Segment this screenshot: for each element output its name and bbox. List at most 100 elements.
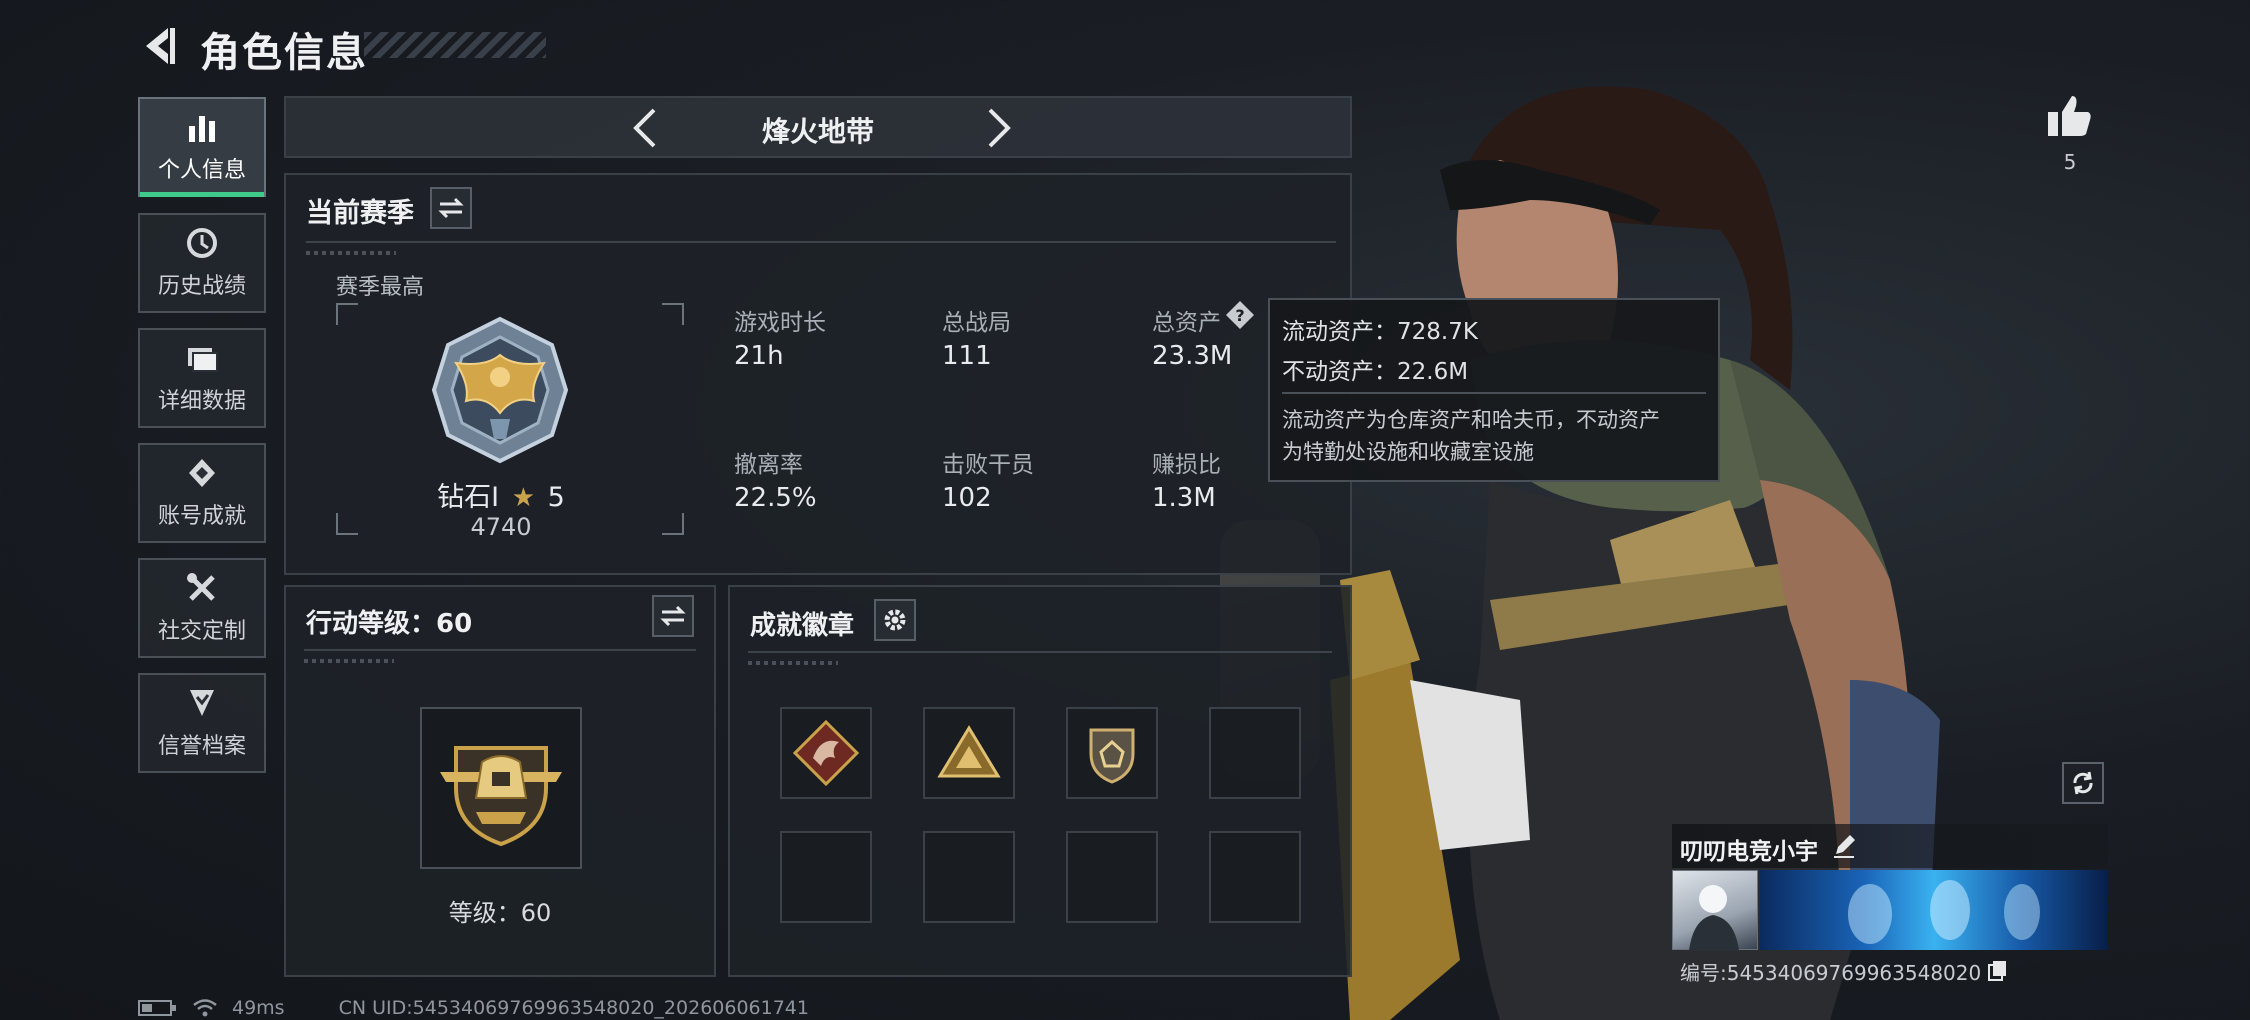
refresh-icon bbox=[2073, 771, 2093, 795]
frame-corner bbox=[662, 513, 684, 535]
divider bbox=[306, 241, 1336, 243]
rank-name: 钻石Ⅰ bbox=[437, 482, 500, 513]
level-emblem-icon bbox=[440, 746, 562, 847]
divider-dots bbox=[304, 659, 394, 663]
star-icon: ★ bbox=[511, 483, 536, 513]
sidebar-item-personal-info[interactable]: 个人信息 bbox=[138, 97, 266, 197]
player-name: 叨叨电竞小宇 bbox=[1680, 839, 1818, 865]
sidebar-item-label: 详细数据 bbox=[157, 389, 246, 414]
player-id: 编号:54534069769963548020 bbox=[1680, 960, 1982, 985]
stat-value-extract-rate: 22.5% bbox=[734, 483, 817, 513]
sidebar-item-label: 信誉档案 bbox=[157, 734, 246, 759]
action-level-title: 行动等级：60 bbox=[306, 609, 473, 639]
next-mode-button[interactable] bbox=[978, 106, 1018, 150]
swap-icon bbox=[438, 197, 464, 219]
current-season-panel: 当前赛季 赛季最高 钻石Ⅰ ★ 5 4740 游戏时长 21h 总战局 111 … bbox=[284, 173, 1352, 575]
stat-label-extract-rate: 撤离率 bbox=[734, 452, 803, 478]
badge-slot[interactable] bbox=[1209, 831, 1301, 923]
badge-slot[interactable] bbox=[1066, 707, 1158, 799]
rank-line: 钻石Ⅰ ★ 5 bbox=[366, 475, 636, 514]
stat-value-total-assets: 23.3M bbox=[1152, 341, 1233, 371]
chevron-right-icon bbox=[988, 108, 1011, 148]
rank-stars: 5 bbox=[547, 482, 565, 513]
badge-slot[interactable] bbox=[780, 831, 872, 923]
badge-slot[interactable] bbox=[923, 707, 1015, 799]
badges-panel: 成就徽章 bbox=[728, 585, 1352, 977]
stat-value-kills: 102 bbox=[942, 483, 992, 513]
divider-dots bbox=[306, 251, 396, 255]
sidebar-item-label: 个人信息 bbox=[157, 158, 246, 183]
help-icon: ? bbox=[1226, 301, 1254, 329]
triangle-badge-icon bbox=[937, 725, 1001, 778]
copy-id-button[interactable] bbox=[1985, 959, 2009, 983]
achievement-icon bbox=[189, 459, 215, 487]
title-stripes bbox=[364, 32, 546, 58]
banner-art bbox=[1848, 880, 2040, 944]
rank-points: 4740 bbox=[470, 513, 532, 541]
ping-text: 49ms bbox=[232, 997, 285, 1019]
action-level-switch-button[interactable] bbox=[652, 595, 694, 637]
tooltip-desc-line2: 为特勤处设施和收藏室设施 bbox=[1282, 440, 1534, 464]
frame-corner bbox=[662, 303, 684, 325]
svg-text:?: ? bbox=[1235, 306, 1244, 325]
divider-dots bbox=[748, 661, 838, 665]
mode-selector: 烽火地带 bbox=[284, 96, 1352, 158]
edit-name-button[interactable] bbox=[1830, 832, 1858, 860]
level-emblem-frame bbox=[420, 707, 582, 869]
action-level-panel: 行动等级：60 等级：60 bbox=[284, 585, 716, 977]
sidebar-item-detail-data[interactable]: 详细数据 bbox=[138, 328, 266, 428]
rank-emblem bbox=[426, 315, 574, 465]
sidebar-item-label: 社交定制 bbox=[157, 619, 246, 644]
sidebar-item-label: 历史战绩 bbox=[157, 274, 246, 299]
player-banner[interactable] bbox=[1760, 870, 2108, 950]
badge-slot[interactable] bbox=[923, 831, 1015, 923]
stat-value-total-matches: 111 bbox=[942, 341, 992, 371]
badge-slot[interactable] bbox=[1209, 707, 1301, 799]
badges-settings-button[interactable] bbox=[874, 599, 916, 641]
badge-slot[interactable] bbox=[780, 707, 872, 799]
assets-help-button[interactable]: ? bbox=[1224, 299, 1256, 331]
rotate-model-button[interactable] bbox=[2062, 762, 2104, 804]
player-card: 叨叨电竞小宇 bbox=[1672, 824, 2108, 951]
stat-label-total-assets: 总资产 bbox=[1152, 310, 1221, 336]
frame-corner bbox=[336, 303, 358, 325]
sidebar-item-credit-file[interactable]: 信誉档案 bbox=[138, 673, 266, 773]
season-switch-button[interactable] bbox=[430, 187, 472, 229]
like-count: 5 bbox=[2063, 150, 2077, 174]
wifi-icon bbox=[193, 999, 217, 1017]
stat-value-playtime: 21h bbox=[734, 341, 784, 371]
stat-label-kills: 击败干员 bbox=[942, 452, 1034, 478]
copy-icon bbox=[1988, 961, 2007, 981]
like-button[interactable] bbox=[2044, 92, 2096, 140]
stat-value-profit-ratio: 1.3M bbox=[1152, 483, 1216, 513]
tooltip-fixed-assets: 不动资产：22.6M bbox=[1282, 359, 1469, 385]
badge-slot[interactable] bbox=[1066, 831, 1158, 923]
shield-check-icon bbox=[190, 690, 214, 716]
back-arrow-icon bbox=[146, 28, 175, 64]
sidebar-item-label: 账号成就 bbox=[157, 504, 246, 529]
season-best-label: 赛季最高 bbox=[336, 275, 425, 300]
season-title: 当前赛季 bbox=[306, 198, 414, 229]
back-button[interactable] bbox=[138, 22, 180, 70]
pencil-icon bbox=[1834, 835, 1855, 858]
uid-text: CN UID:54534069769963548020_202606061741 bbox=[338, 997, 809, 1019]
divider bbox=[748, 651, 1332, 653]
tooltip-liquid-assets: 流动资产：728.7K bbox=[1282, 319, 1478, 345]
sidebar-item-history[interactable]: 历史战绩 bbox=[138, 213, 266, 313]
folder-icon bbox=[188, 348, 218, 372]
sidebar-item-achievements[interactable]: 账号成就 bbox=[138, 443, 266, 543]
badges-title: 成就徽章 bbox=[750, 611, 855, 641]
active-indicator bbox=[140, 192, 264, 197]
gear-icon bbox=[884, 609, 906, 631]
thumbs-up-icon bbox=[2048, 96, 2091, 136]
battery-icon bbox=[138, 1000, 176, 1016]
player-avatar[interactable] bbox=[1672, 870, 1758, 951]
stat-label-total-matches: 总战局 bbox=[942, 310, 1011, 336]
player-id-row: 编号:54534069769963548020 bbox=[1680, 956, 2009, 986]
tools-icon bbox=[187, 573, 215, 601]
divider bbox=[1282, 392, 1706, 394]
frame-corner bbox=[336, 513, 358, 535]
sidebar-item-social-custom[interactable]: 社交定制 bbox=[138, 558, 266, 658]
page-title: 角色信息 bbox=[200, 30, 368, 76]
status-bar: 49ms CN UID:54534069769963548020_2026060… bbox=[138, 996, 809, 1020]
